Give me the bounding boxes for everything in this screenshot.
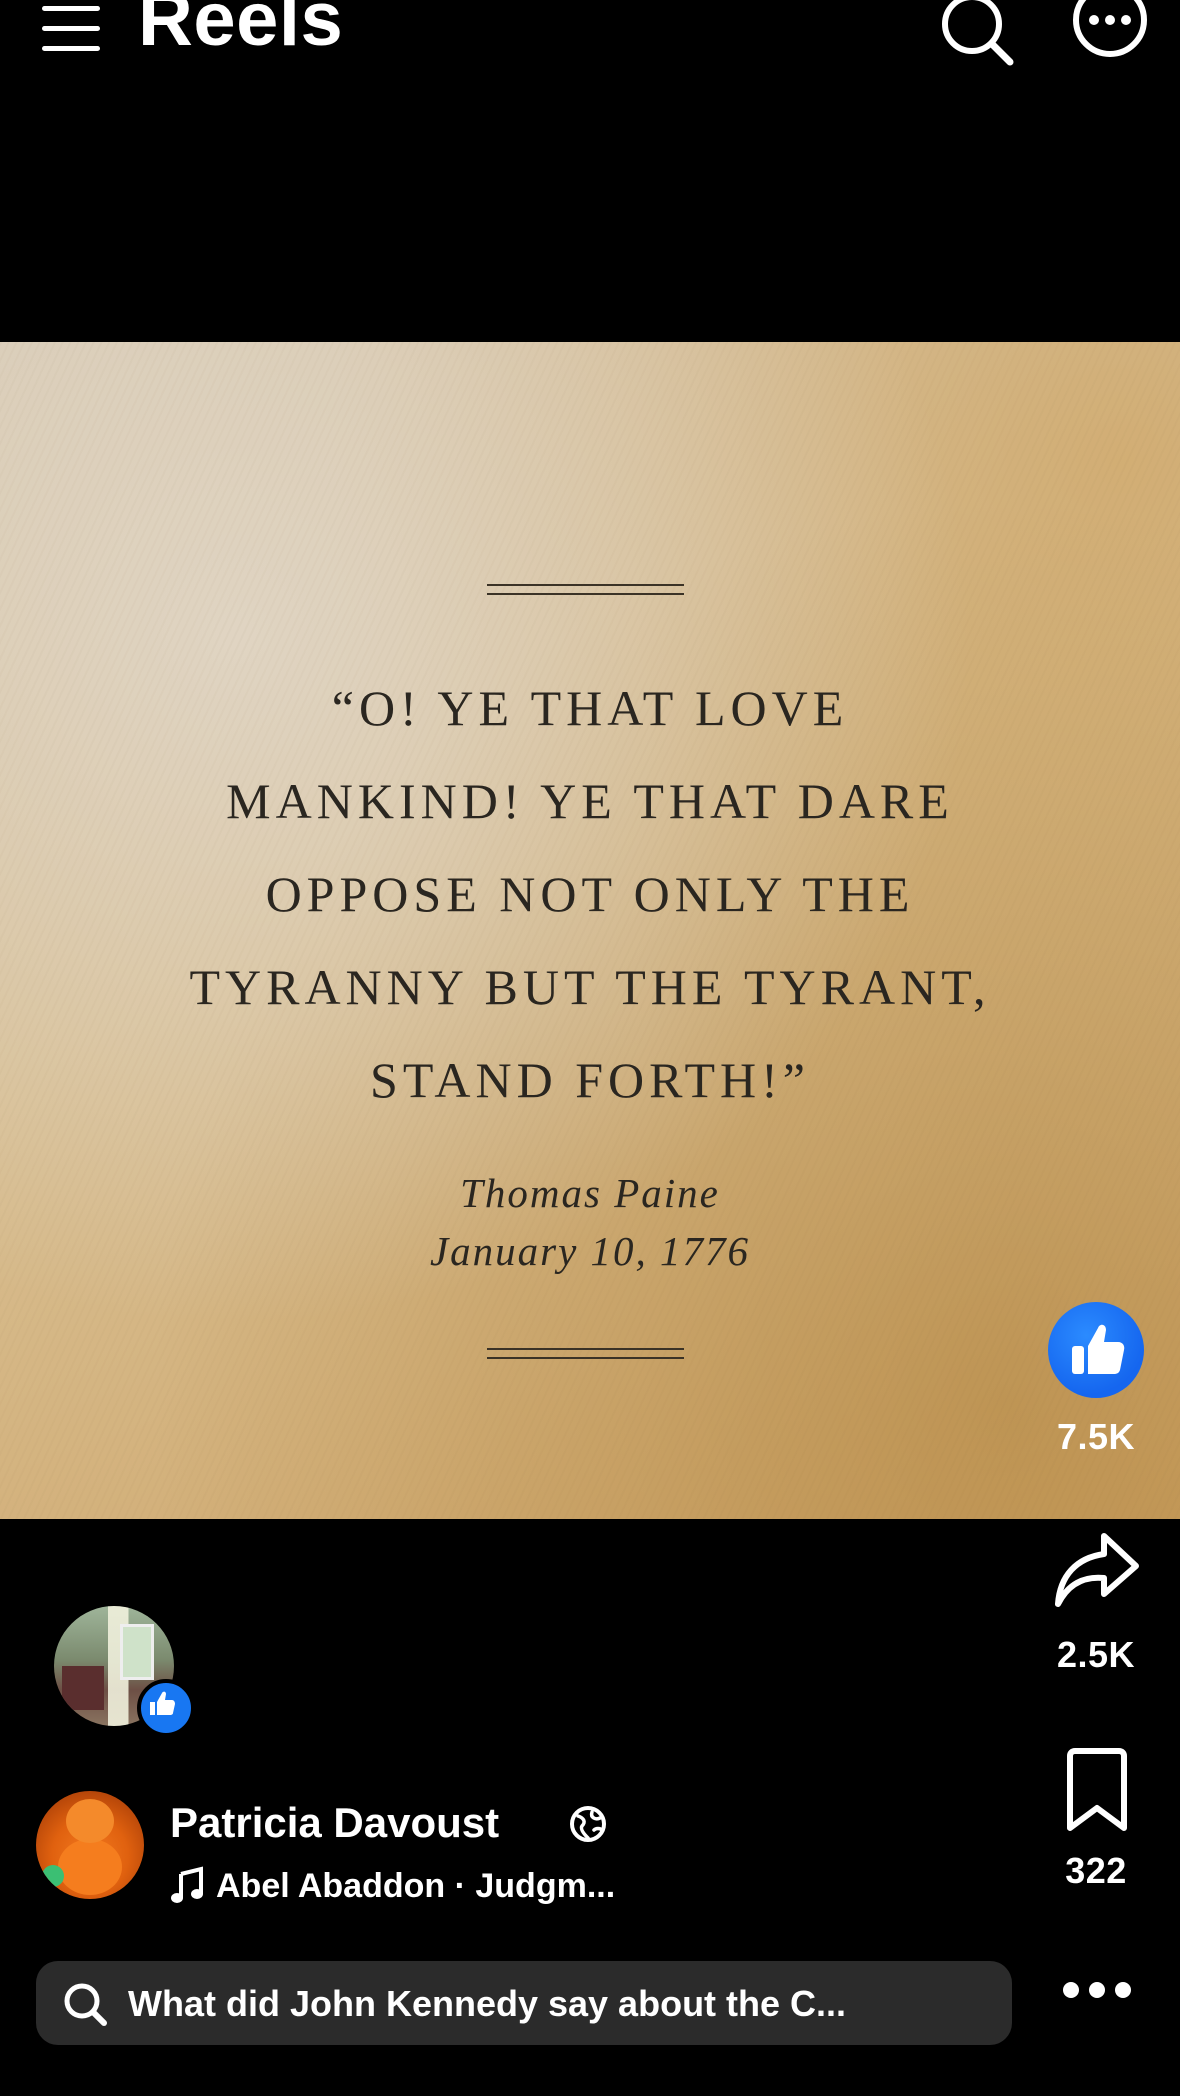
page-title: Reels [138, 0, 344, 62]
share-count: 2.5K [1056, 1634, 1136, 1675]
globe-icon [568, 1804, 608, 1844]
search-query-text: What did John Kennedy say about the C... [128, 1983, 847, 2024]
music-note-icon [170, 1866, 204, 1904]
menu-icon[interactable] [38, 0, 102, 54]
more-options-icon[interactable] [1060, 1968, 1134, 2012]
search-icon [62, 1981, 108, 2027]
save-count: 322 [1065, 1850, 1127, 1891]
divider-bottom [487, 1348, 684, 1350]
search-icon[interactable] [938, 0, 1018, 70]
divider-bottom-second [487, 1357, 684, 1359]
divider-top-second [487, 593, 684, 595]
thumbs-up-icon [1072, 1324, 1125, 1374]
bookmark-icon[interactable] [1062, 1748, 1132, 1834]
quote-line: OPPOSE NOT ONLY THE [265, 866, 915, 922]
attribution-name: Thomas Paine [460, 1170, 720, 1216]
share-icon[interactable] [1052, 1530, 1140, 1610]
divider-top [487, 584, 684, 586]
author-avatar[interactable] [36, 1791, 144, 1899]
like-badge-icon [137, 1679, 195, 1737]
quote-line: MANKIND! YE THAT DARE [226, 773, 954, 829]
attribution-date: January 10, 1776 [429, 1228, 751, 1274]
related-search-bar[interactable]: What did John Kennedy say about the C... [36, 1961, 1012, 2045]
quote-line: TYRANNY BUT THE TYRANT, [189, 959, 991, 1015]
like-button[interactable] [1048, 1302, 1144, 1398]
quote-text: “O! YE THAT LOVE MANKIND! YE THAT DARE O… [0, 662, 1180, 1127]
quote-line: “O! YE THAT LOVE [331, 680, 849, 736]
quote-attribution: Thomas Paine January 10, 1776 [0, 1164, 1180, 1280]
quote-line: STAND FORTH!” [370, 1052, 810, 1108]
like-count: 7.5K [1056, 1416, 1136, 1457]
reel-video-frame[interactable]: “O! YE THAT LOVE MANKIND! YE THAT DARE O… [0, 342, 1180, 1519]
audio-track-label[interactable]: Abel Abaddon · Judgm... [216, 1864, 615, 1908]
author-name[interactable]: Patricia Davoust [170, 1796, 499, 1850]
more-circle-icon[interactable] [1070, 0, 1150, 70]
